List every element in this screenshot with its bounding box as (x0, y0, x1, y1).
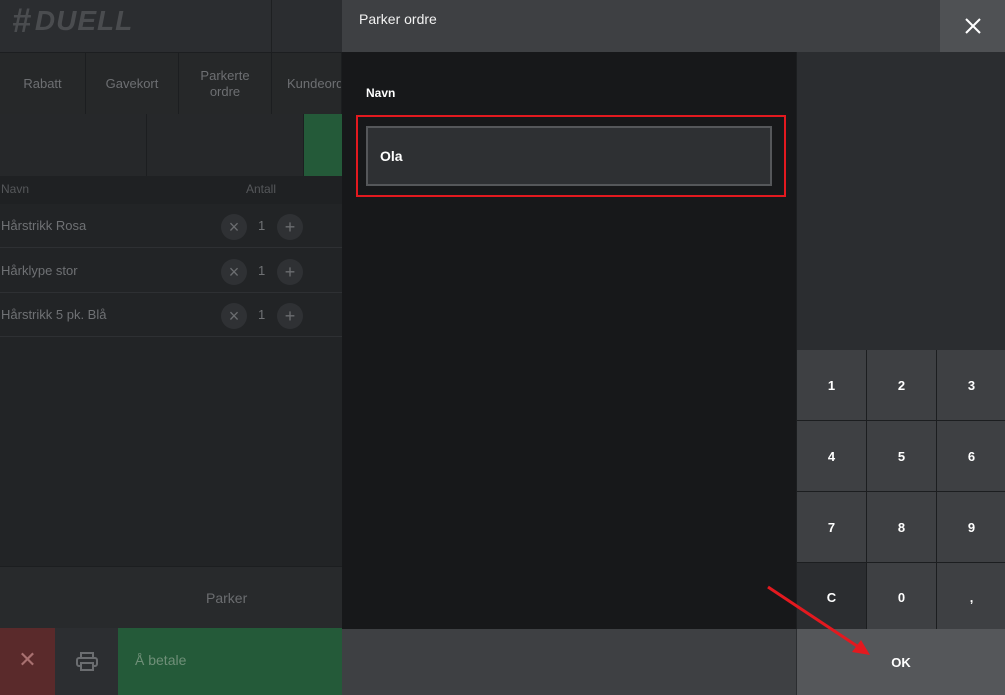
duell-logo: # DUELL (12, 4, 133, 38)
keypad-display (796, 52, 1005, 350)
header-divider (271, 0, 272, 52)
ok-button[interactable]: OK (796, 629, 1005, 695)
order-row: Hårstrikk 5 pk. Blå × 1 + (0, 293, 342, 337)
key-4[interactable]: 4 (797, 421, 866, 491)
close-button[interactable] (940, 0, 1005, 52)
pos-tabs: Rabatt Gavekort Parkerte ordre Kundeordr… (0, 52, 342, 115)
order-list-header: Navn Antall (0, 176, 342, 204)
dialog-footer (342, 629, 796, 695)
tab-rabatt[interactable]: Rabatt (0, 53, 86, 115)
column-header-qty: Antall (246, 182, 277, 196)
order-item-qty: 1 (258, 218, 266, 233)
dialog-header: Parker ordre (342, 0, 1005, 52)
pos-input-a[interactable] (0, 114, 147, 176)
park-button-label: Parker (206, 590, 248, 606)
numeric-keypad: 1 2 3 4 5 6 7 8 9 C 0 , (796, 350, 1005, 632)
remove-icon[interactable]: × (221, 303, 247, 329)
park-button[interactable]: Parker (0, 566, 342, 628)
tab-kundeordre[interactable]: Kundeordre (272, 53, 342, 115)
tab-gavekort[interactable]: Gavekort (86, 53, 179, 115)
pos-green-button[interactable] (304, 114, 342, 176)
column-header-name: Navn (1, 182, 30, 196)
key-clear[interactable]: C (797, 563, 866, 632)
dialog-title: Parker ordre (359, 11, 437, 27)
order-item-name: Hårstrikk Rosa (1, 218, 87, 233)
remove-icon[interactable]: × (221, 259, 247, 285)
order-item-qty: 1 (258, 263, 266, 278)
key-9[interactable]: 9 (937, 492, 1005, 562)
printer-icon (75, 651, 98, 671)
key-2[interactable]: 2 (867, 350, 936, 420)
key-6[interactable]: 6 (937, 421, 1005, 491)
plus-icon[interactable]: + (277, 214, 303, 240)
key-0[interactable]: 0 (867, 563, 936, 632)
park-order-dialog: Parker ordre Navn 1 2 3 4 5 6 7 8 9 C 0 … (342, 0, 1005, 695)
key-7[interactable]: 7 (797, 492, 866, 562)
key-5[interactable]: 5 (867, 421, 936, 491)
order-row: Hårstrikk Rosa × 1 + (0, 204, 342, 248)
close-icon (964, 18, 981, 34)
tab-parkerte-ordre[interactable]: Parkerte ordre (179, 53, 272, 115)
plus-icon[interactable]: + (277, 259, 303, 285)
remove-icon[interactable]: × (221, 214, 247, 240)
tab-kundeordre-label: Kundeordre (287, 76, 341, 91)
plus-icon[interactable]: + (277, 303, 303, 329)
order-item-name: Hårstrikk 5 pk. Blå (1, 307, 107, 322)
order-item-name: Hårklype stor (1, 263, 78, 278)
print-button[interactable] (55, 628, 118, 695)
name-field-label: Navn (366, 86, 396, 100)
name-input[interactable] (366, 126, 772, 186)
pos-input-b[interactable] (148, 114, 304, 176)
key-8[interactable]: 8 (867, 492, 936, 562)
pay-button[interactable]: Å betale (118, 628, 342, 695)
logo-text: DUELL (34, 5, 134, 36)
dialog-form: Navn (342, 52, 796, 629)
order-item-qty: 1 (258, 307, 266, 322)
cancel-order-icon[interactable]: ✕ (0, 628, 55, 695)
key-1[interactable]: 1 (797, 350, 866, 420)
key-comma[interactable]: , (937, 563, 1005, 632)
tab-parkerte-ordre-label: Parkerte ordre (200, 68, 250, 99)
hash-logo-icon: # (12, 2, 31, 40)
order-row: Hårklype stor × 1 + (0, 249, 342, 293)
key-3[interactable]: 3 (937, 350, 1005, 420)
pos-input-row (0, 114, 342, 176)
pay-button-label: Å betale (135, 652, 187, 668)
